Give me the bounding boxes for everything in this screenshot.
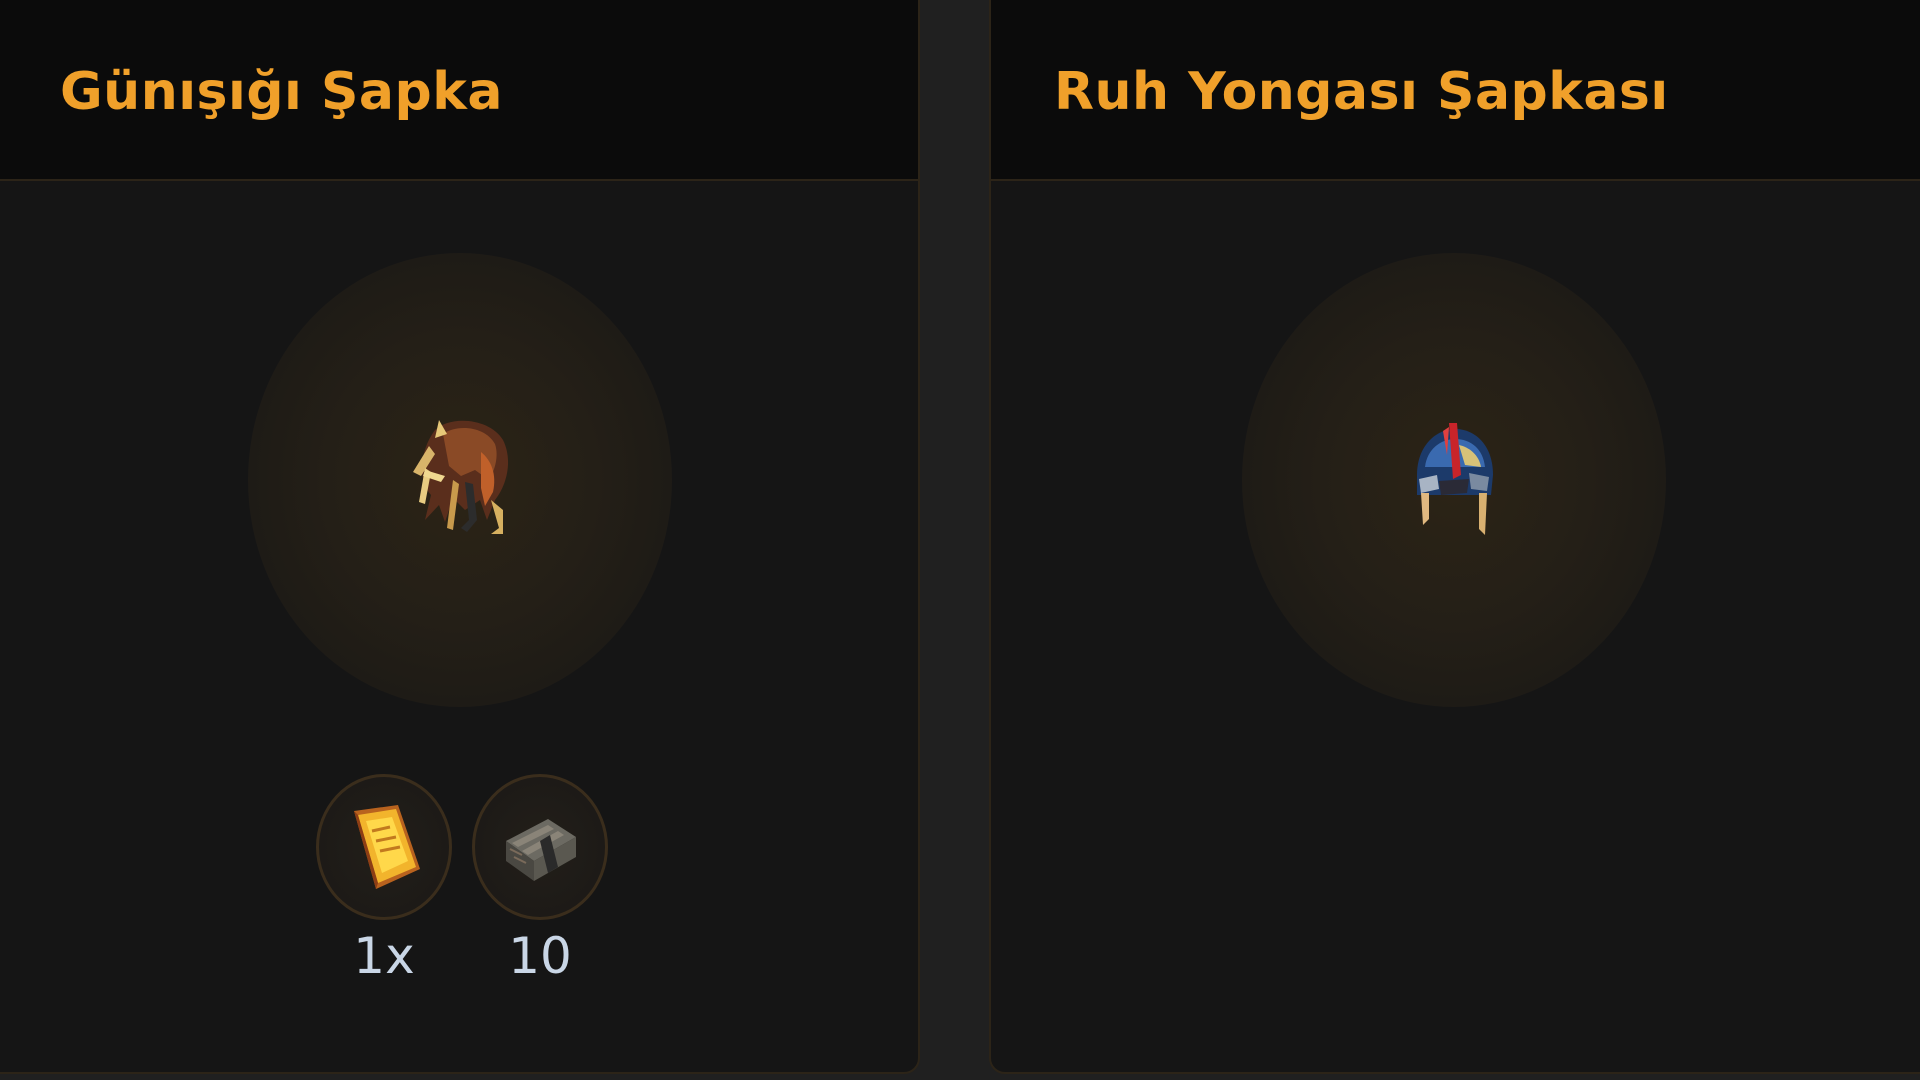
item-display [248, 253, 672, 707]
item-display [1242, 253, 1666, 707]
requirement-count: 10 [508, 927, 572, 985]
crafting-panel: Günışığı Şapka 1x 10 Ruh Yongası Şapkası [0, 0, 1920, 1080]
stone-bundle-icon [506, 819, 576, 881]
requirement-slot[interactable] [316, 774, 452, 920]
sunlight-hat-icon [413, 420, 509, 534]
item-card-soul-shard-hat[interactable]: Ruh Yongası Şapkası [989, 0, 1920, 1074]
item-card-sunlight-hat[interactable]: Günışığı Şapka 1x 10 [0, 0, 920, 1074]
requirement-slot[interactable] [472, 774, 608, 920]
golden-scroll-icon [354, 805, 420, 889]
requirement-count: 1x [353, 927, 415, 985]
card-header: Günışığı Şapka [0, 0, 918, 181]
card-title: Günışığı Şapka [60, 62, 503, 122]
card-title: Ruh Yongası Şapkası [1054, 62, 1669, 122]
soul-shard-hat-icon [1417, 423, 1493, 535]
card-header: Ruh Yongası Şapkası [991, 0, 1920, 181]
